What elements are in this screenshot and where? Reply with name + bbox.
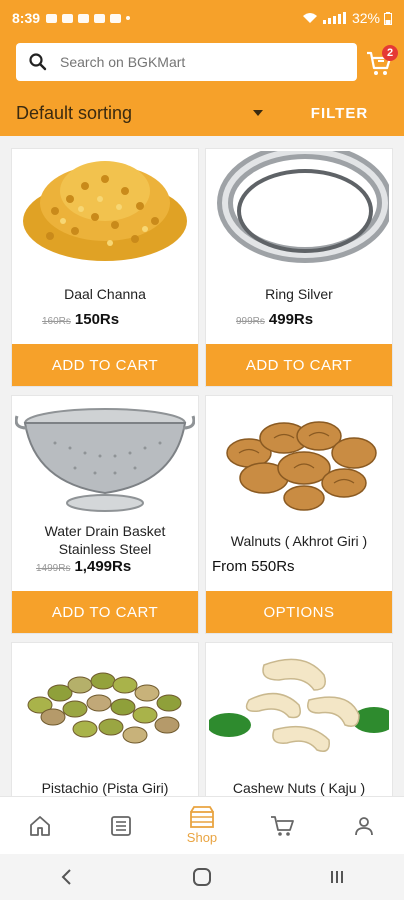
old-price: 999Rs	[236, 316, 265, 327]
colander-image	[15, 408, 195, 512]
wifi-icon	[302, 13, 317, 23]
add-to-cart-button[interactable]: ADD TO CART	[12, 591, 198, 633]
product-name[interactable]: Cashew Nuts ( Kaju )	[206, 779, 392, 796]
product-price: 1499Rs 1,499Rs	[36, 558, 131, 575]
product-image[interactable]	[206, 643, 392, 765]
cart-icon	[270, 815, 294, 836]
battery-icon	[384, 11, 392, 25]
status-time: 8:39	[12, 10, 41, 26]
add-to-cart-button[interactable]: ADD TO CART	[12, 344, 198, 386]
product-image[interactable]	[12, 396, 198, 518]
product-image[interactable]	[206, 149, 392, 271]
product-price: From 550Rs	[212, 558, 295, 575]
old-price: 1499Rs	[36, 563, 71, 574]
cart-badge: 2	[382, 45, 398, 61]
app-header: 2	[0, 36, 404, 90]
notification-icon	[110, 13, 122, 23]
signal-icon	[322, 12, 346, 24]
search-input[interactable]	[60, 54, 340, 70]
nav-list[interactable]	[81, 797, 162, 854]
sale-price: 1,499Rs	[74, 558, 132, 575]
walnuts-image	[226, 421, 377, 511]
cart-button[interactable]: 2	[366, 45, 398, 78]
product-list[interactable]: Daal Channa 160Rs 150Rs ADD TO CART Ring…	[0, 136, 404, 796]
back-icon[interactable]	[57, 867, 77, 887]
product-name[interactable]: Water Drain Basket Stainless Steel	[12, 522, 198, 558]
product-name[interactable]: Walnuts ( Akhrot Giri )	[206, 532, 392, 550]
silver-ring-image	[217, 151, 389, 263]
product-image[interactable]	[12, 643, 198, 765]
product-name[interactable]: Ring Silver	[206, 285, 392, 303]
add-to-cart-button[interactable]: ADD TO CART	[206, 344, 392, 386]
home-icon	[30, 815, 51, 836]
filter-button[interactable]: FILTER	[275, 90, 404, 136]
status-bar: 8:39 32%	[0, 0, 404, 36]
product-card[interactable]: Cashew Nuts ( Kaju )	[205, 642, 393, 796]
nav-shop[interactable]: Shop	[162, 797, 243, 854]
notification-icons	[46, 13, 131, 23]
nav-account[interactable]	[323, 797, 404, 854]
product-card[interactable]: Water Drain Basket Stainless Steel 1499R…	[11, 395, 199, 634]
search-icon	[16, 52, 60, 72]
bottom-navigation: Shop	[0, 796, 404, 854]
nav-home[interactable]	[0, 797, 81, 854]
notification-icon	[46, 13, 58, 23]
old-price: 160Rs	[42, 316, 71, 327]
battery-percent: 32%	[351, 10, 380, 26]
search-bar[interactable]	[16, 43, 357, 81]
nav-shop-label: Shop	[186, 830, 218, 845]
notification-icon	[78, 13, 90, 23]
pistachio-image	[27, 672, 182, 744]
notification-icon	[126, 16, 131, 20]
product-card[interactable]: Ring Silver 999Rs 499Rs ADD TO CART	[205, 148, 393, 387]
product-image[interactable]	[12, 149, 198, 271]
product-card[interactable]: Walnuts ( Akhrot Giri ) From 550Rs OPTIO…	[205, 395, 393, 634]
nav-cart[interactable]	[242, 797, 323, 854]
product-name[interactable]: Daal Channa	[12, 285, 198, 303]
notification-icon	[62, 13, 74, 23]
system-navigation	[0, 854, 404, 900]
product-price: 999Rs 499Rs	[236, 311, 313, 328]
sort-dropdown[interactable]: Default sorting	[0, 90, 275, 136]
recents-icon[interactable]	[327, 867, 347, 887]
caret-down-icon	[253, 110, 263, 116]
daal-channa-image	[23, 161, 187, 261]
sort-filter-bar: Default sorting FILTER	[0, 90, 404, 136]
list-icon	[111, 815, 132, 836]
product-price: 160Rs 150Rs	[42, 311, 119, 328]
home-button-icon[interactable]	[191, 866, 213, 888]
notification-icon	[94, 13, 106, 23]
sale-price: 150Rs	[74, 311, 120, 328]
product-card[interactable]: Daal Channa 160Rs 150Rs ADD TO CART	[11, 148, 199, 387]
product-card[interactable]: Pistachio (Pista Giri)	[11, 642, 199, 796]
sale-price: 499Rs	[268, 311, 314, 328]
shop-icon	[190, 806, 214, 828]
user-icon	[354, 816, 373, 835]
options-button[interactable]: OPTIONS	[206, 591, 392, 633]
sort-label: Default sorting	[16, 102, 133, 123]
cashew-image	[209, 658, 389, 752]
product-image[interactable]	[206, 396, 392, 518]
product-name[interactable]: Pistachio (Pista Giri)	[12, 779, 198, 796]
